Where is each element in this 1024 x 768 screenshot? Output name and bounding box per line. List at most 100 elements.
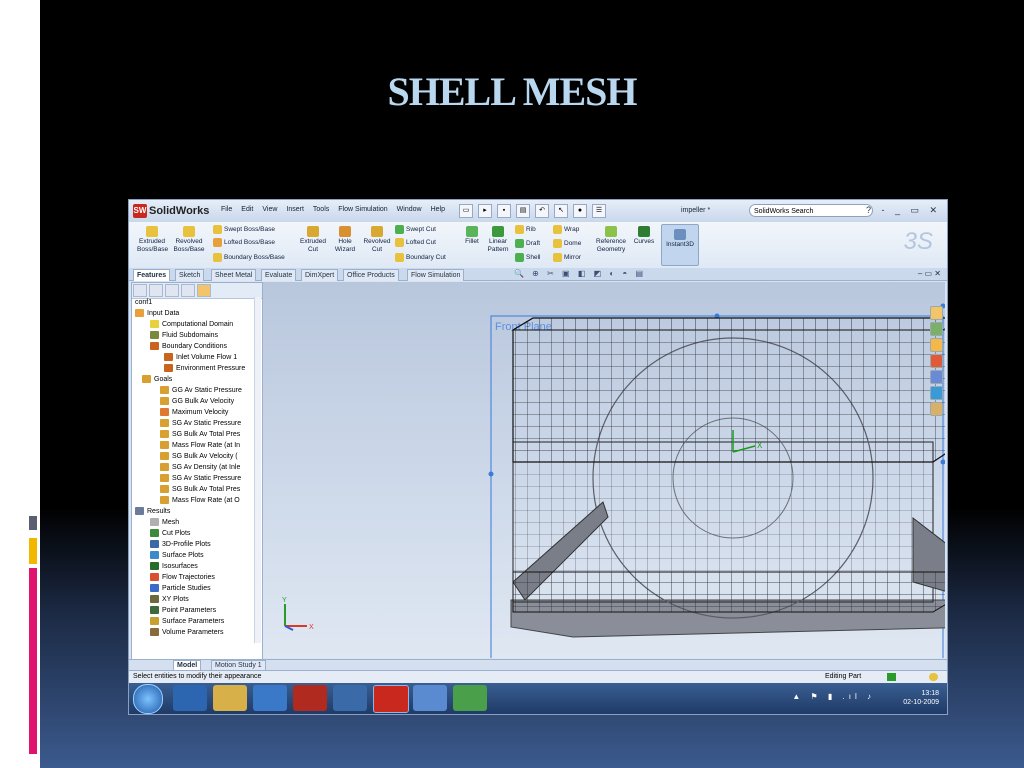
undo-icon[interactable]: ↶ <box>535 204 549 218</box>
paint-icon[interactable] <box>413 685 447 711</box>
lofted-cut-button[interactable]: Lofted Cut <box>395 237 436 249</box>
tab-features[interactable]: Features <box>133 269 171 281</box>
rebuild-icon[interactable]: ● <box>573 204 587 218</box>
plane-handle[interactable] <box>940 459 946 465</box>
menu-help[interactable]: Help <box>431 206 445 213</box>
file-explorer-icon[interactable] <box>213 685 247 711</box>
tree-item-goal[interactable]: SG Bulk Av Total Pres <box>160 484 240 495</box>
linear-pattern-button[interactable]: Linear Pattern <box>483 226 513 254</box>
property-manager-tab-icon[interactable] <box>149 284 163 297</box>
media-player-icon[interactable] <box>253 685 287 711</box>
tab-sheet-metal[interactable]: Sheet Metal <box>211 269 257 281</box>
open-folder-icon[interactable]: ▸ <box>478 204 492 218</box>
tree-item-goal[interactable]: Mass Flow Rate (at In <box>160 440 240 451</box>
tree-item-computational-domain[interactable]: Computational Domain <box>150 319 233 330</box>
draft-button[interactable]: Draft <box>515 238 540 250</box>
app-icon[interactable] <box>453 685 487 711</box>
extruded-cut-button[interactable]: Extruded Cut <box>297 226 329 254</box>
view-toolbar-icons[interactable]: 🔍 ⊕ ✂ ▣ ◧ ◩ ◐ ◓ ▤ <box>514 269 646 278</box>
boundary-boss-button[interactable]: Boundary Boss/Base <box>213 252 285 264</box>
design-library-icon[interactable] <box>930 322 943 336</box>
window-controls[interactable]: ? - _ ▭ ✕ <box>866 205 941 216</box>
tree-item-boundary-conditions[interactable]: Boundary Conditions <box>150 341 227 352</box>
tree-item-input-data[interactable]: Input Data <box>135 308 179 319</box>
boundary-cut-button[interactable]: Boundary Cut <box>395 252 446 264</box>
tree-item-goal[interactable]: GG Av Static Pressure <box>160 385 242 396</box>
start-button-icon[interactable] <box>133 684 163 714</box>
revolved-boss-button[interactable]: Revolved Boss/Base <box>173 226 205 254</box>
menu-window[interactable]: Window <box>397 206 422 213</box>
tree-item-goal[interactable]: SG Bulk Av Velocity ( <box>160 451 238 462</box>
print-icon[interactable]: ▤ <box>516 204 530 218</box>
menu-view[interactable]: View <box>262 206 277 213</box>
rebuild-status-icon[interactable] <box>929 673 938 681</box>
tree-item-inlet-volume-flow[interactable]: Inlet Volume Flow 1 <box>164 352 237 363</box>
tree-item-goal[interactable]: Maximum Velocity <box>160 407 228 418</box>
menu-edit[interactable]: Edit <box>241 206 253 213</box>
swept-boss-button[interactable]: Swept Boss/Base <box>213 224 275 236</box>
menu-tools[interactable]: Tools <box>313 206 329 213</box>
tree-item-volume-parameters[interactable]: Volume Parameters <box>150 627 223 638</box>
reference-geometry-button[interactable]: Reference Geometry <box>593 226 629 254</box>
tree-item-3d-profile-plots[interactable]: 3D-Profile Plots <box>150 539 211 550</box>
lofted-boss-button[interactable]: Lofted Boss/Base <box>213 237 275 249</box>
pane-window-controls[interactable]: – ▭ ✕ <box>918 269 941 278</box>
help-icon[interactable] <box>887 673 896 681</box>
view-palette-icon[interactable] <box>930 370 943 384</box>
tree-item-environment-pressure[interactable]: Environment Pressure <box>164 363 245 374</box>
solidworks-taskbar-icon[interactable] <box>293 685 327 711</box>
system-clock[interactable]: 13:18 02-10-2009 <box>903 689 939 707</box>
save-icon[interactable]: ▪ <box>497 204 511 218</box>
wrap-button[interactable]: Wrap <box>553 224 579 236</box>
tree-item-flow-trajectories[interactable]: Flow Trajectories <box>150 572 215 583</box>
options-icon[interactable]: ☰ <box>592 204 606 218</box>
tab-sketch[interactable]: Sketch <box>175 269 205 281</box>
tree-item-goal[interactable]: Mass Flow Rate (at O <box>160 495 240 506</box>
flow-simulation-tab-icon[interactable] <box>197 284 211 297</box>
tab-evaluate[interactable]: Evaluate <box>261 269 297 281</box>
tree-item-xy-plots[interactable]: XY Plots <box>150 594 189 605</box>
tab-flow-simulation[interactable]: Flow Simulation <box>407 269 465 281</box>
revolved-cut-button[interactable]: Revolved Cut <box>361 226 393 254</box>
tab-office-products[interactable]: Office Products <box>343 269 399 281</box>
tree-item-isosurfaces[interactable]: Isosurfaces <box>150 561 198 572</box>
tree-item-goals[interactable]: Goals <box>142 374 172 385</box>
configuration-manager-tab-icon[interactable] <box>165 284 179 297</box>
fillet-button[interactable]: Fillet <box>461 226 483 246</box>
new-document-icon[interactable]: ▭ <box>459 204 473 218</box>
shell-button[interactable]: Shell <box>515 252 540 264</box>
tree-item-point-parameters[interactable]: Point Parameters <box>150 605 216 616</box>
curves-button[interactable]: Curves <box>631 226 657 246</box>
skype-icon[interactable] <box>333 685 367 711</box>
tree-config[interactable]: conf1 <box>135 297 152 308</box>
custom-properties-icon[interactable] <box>930 402 943 416</box>
feature-manager-tab-icon[interactable] <box>133 284 147 297</box>
tree-item-surface-plots[interactable]: Surface Plots <box>150 550 204 561</box>
plane-handle[interactable] <box>488 471 494 477</box>
select-icon[interactable]: ↖ <box>554 204 568 218</box>
tree-item-goal[interactable]: SG Av Static Pressure <box>160 418 241 429</box>
tree-scrollbar[interactable] <box>254 297 261 643</box>
dimxpert-manager-tab-icon[interactable] <box>181 284 195 297</box>
file-explorer-icon[interactable] <box>930 338 943 352</box>
system-tray-icons[interactable]: ▲ ⚑ ▮ .ıl ♪ <box>792 692 875 701</box>
tree-item-goal[interactable]: SG Av Static Pressure <box>160 473 241 484</box>
search-results-icon[interactable] <box>930 354 943 368</box>
tree-item-results[interactable]: Results <box>135 506 170 517</box>
tree-item-particle-studies[interactable]: Particle Studies <box>150 583 211 594</box>
swept-cut-button[interactable]: Swept Cut <box>395 224 436 236</box>
extruded-boss-button[interactable]: Extruded Boss/Base <box>137 226 168 254</box>
graphics-area[interactable]: Front Plane X Y X <box>263 282 947 661</box>
hole-wizard-button[interactable]: Hole Wizard <box>331 226 359 254</box>
solidworks-active-icon[interactable] <box>373 685 409 713</box>
tree-item-surface-parameters[interactable]: Surface Parameters <box>150 616 224 627</box>
rib-button[interactable]: Rib <box>515 224 536 236</box>
mirror-button[interactable]: Mirror <box>553 252 581 264</box>
menu-flow-simulation[interactable]: Flow Simulation <box>338 206 387 213</box>
tree-item-goal[interactable]: SG Av Density (at Inle <box>160 462 240 473</box>
tree-item-goal[interactable]: GG Bulk Av Velocity <box>160 396 234 407</box>
menu-insert[interactable]: Insert <box>286 206 304 213</box>
search-input[interactable]: SolidWorks Search <box>749 204 873 217</box>
tree-item-cut-plots[interactable]: Cut Plots <box>150 528 190 539</box>
internet-explorer-icon[interactable] <box>173 685 207 711</box>
